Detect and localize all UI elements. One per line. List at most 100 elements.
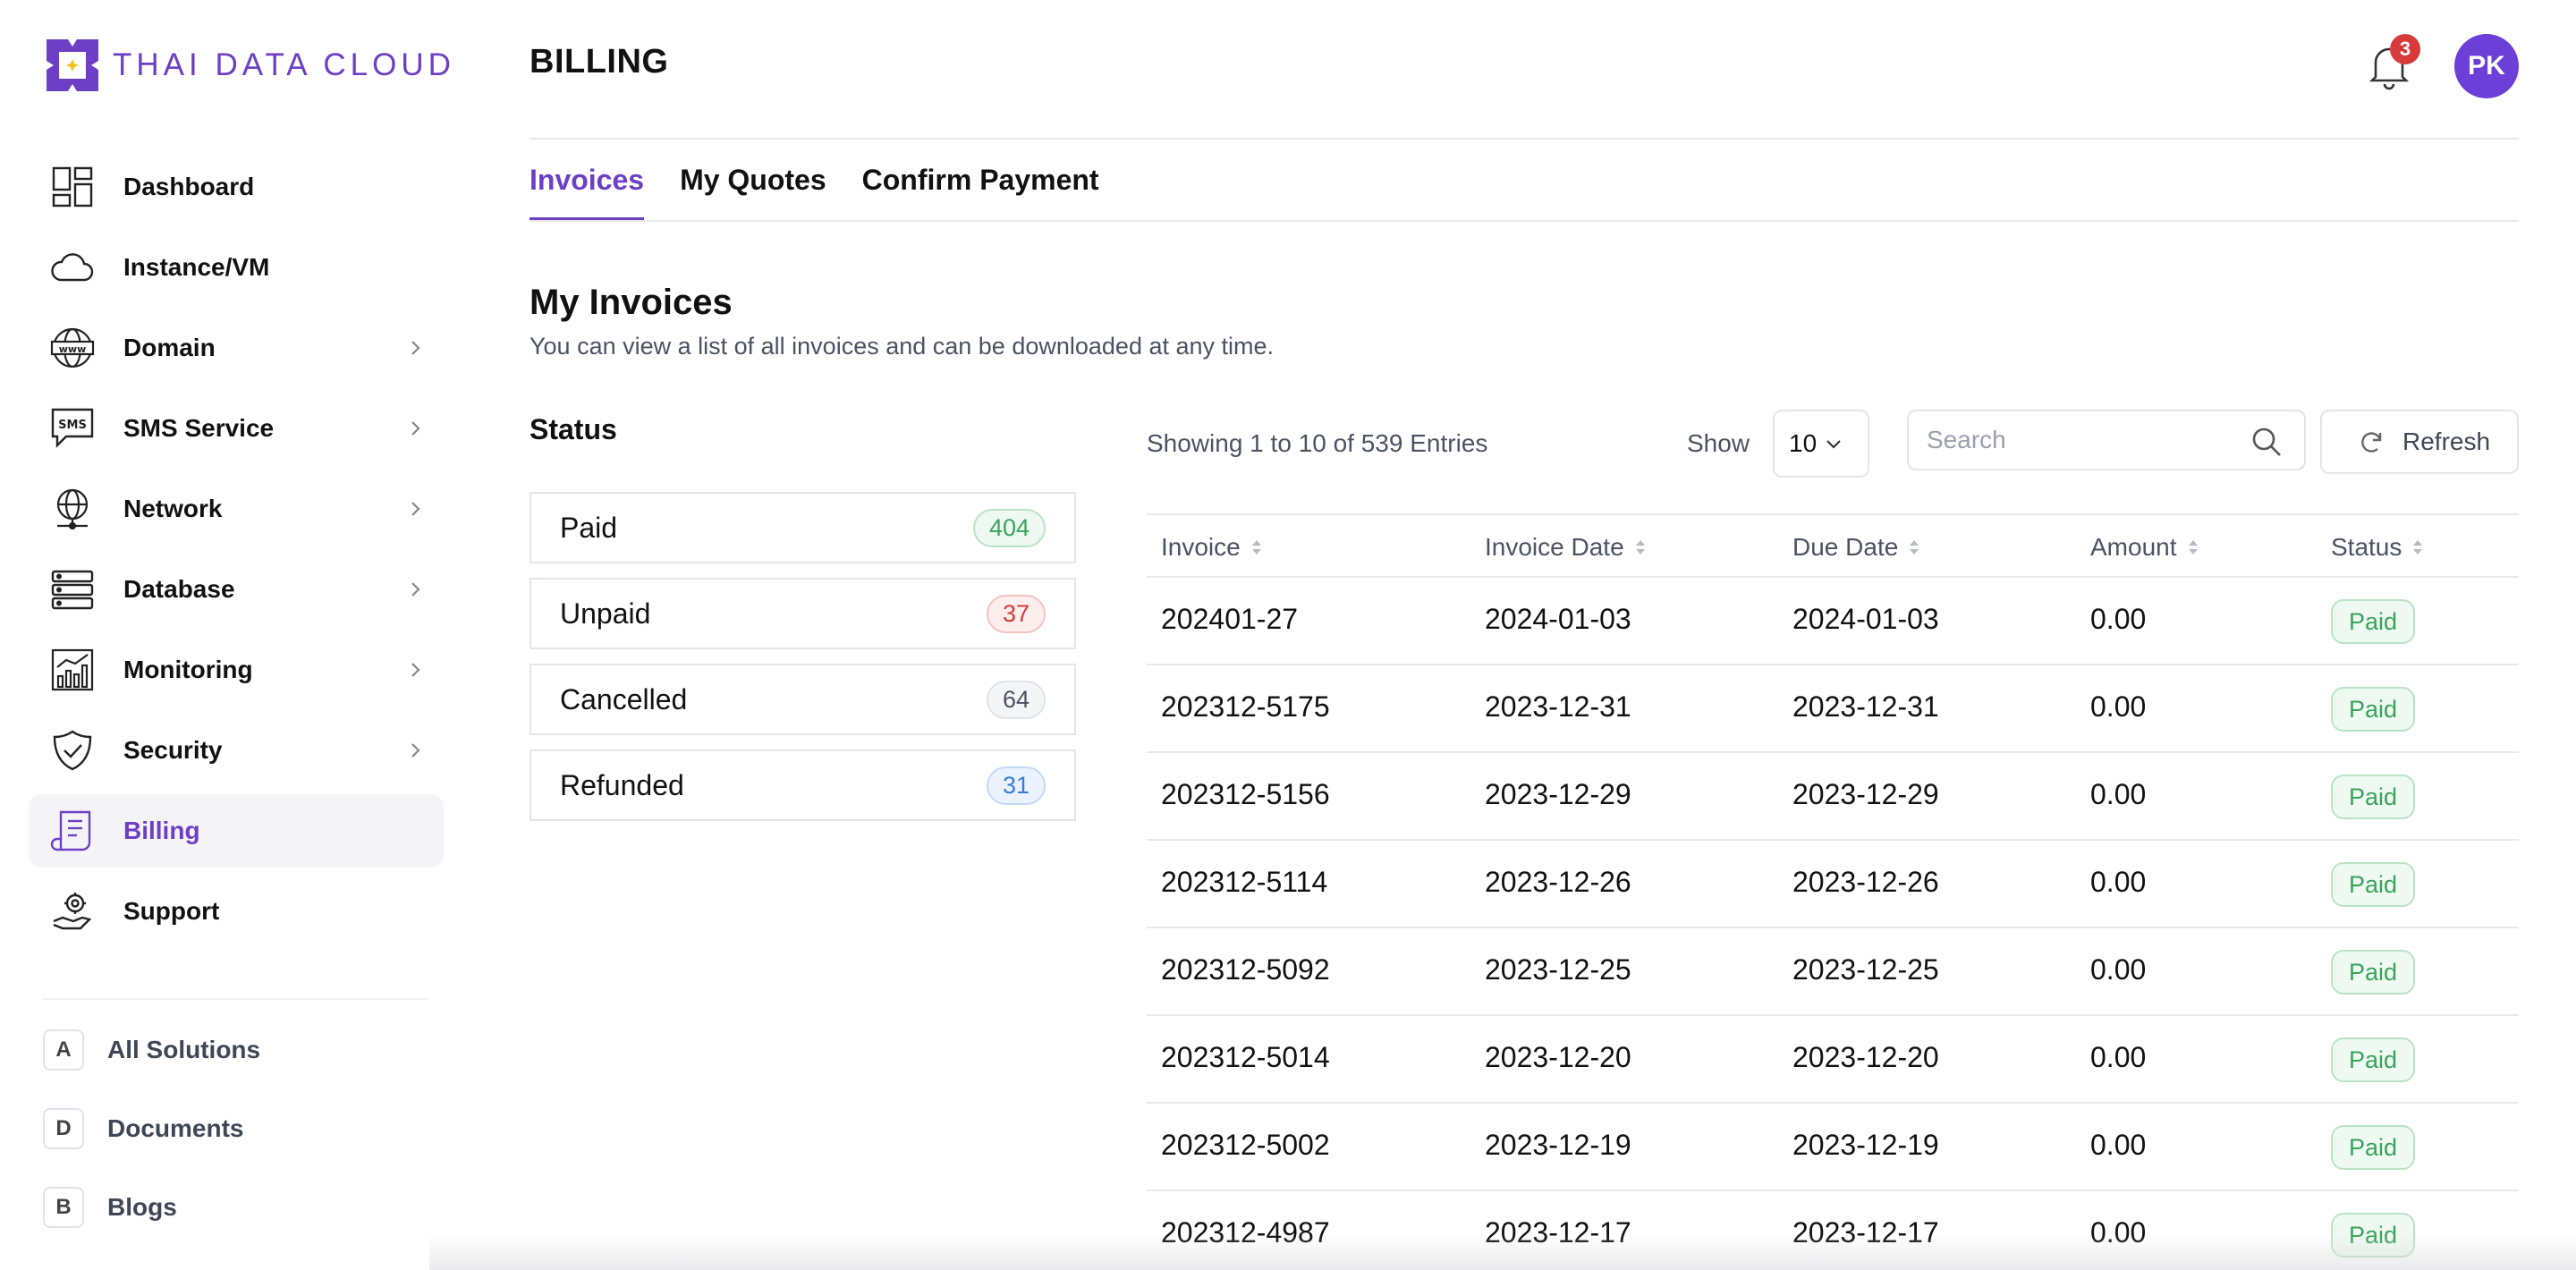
- search-input[interactable]: [1927, 422, 2231, 458]
- sidebar-item-monitoring[interactable]: Monitoring: [29, 633, 444, 707]
- status-badge: Paid: [2331, 1213, 2416, 1257]
- table-row[interactable]: 202312-5092 2023-12-25 2023-12-25 0.00 P…: [1147, 928, 2519, 1016]
- tab-confirm-payment[interactable]: Confirm Payment: [862, 161, 1099, 222]
- due-date: 2023-12-26: [1792, 866, 1939, 898]
- sidebar-item-label: Monitoring: [123, 656, 253, 683]
- solution-label: Documents: [107, 1114, 244, 1142]
- sidebar-item-label: Security: [123, 736, 223, 764]
- entries-summary: Showing 1 to 10 of 539 Entries: [1147, 429, 1488, 457]
- chevron-right-icon: [404, 579, 426, 600]
- invoice-number[interactable]: 202312-5156: [1161, 778, 1330, 811]
- tabs-divider: [530, 220, 2519, 222]
- sidebar-item-support[interactable]: Support: [29, 875, 444, 948]
- page-size-label: Show: [1687, 429, 1750, 457]
- solution-badge: D: [43, 1108, 84, 1149]
- column-header-label: Amount: [2090, 533, 2177, 561]
- table-row[interactable]: 202312-5114 2023-12-26 2023-12-26 0.00 P…: [1147, 841, 2519, 928]
- network-globe-icon: [48, 485, 97, 533]
- amount: 0.00: [2090, 1041, 2147, 1073]
- solution-link-all-solutions[interactable]: A All Solutions: [43, 1029, 436, 1071]
- column-header-due-date[interactable]: Due Date: [1792, 533, 1919, 562]
- sidebar-item-billing[interactable]: Billing: [29, 794, 444, 868]
- status-badge: Paid: [2331, 599, 2416, 644]
- status-filter-label: Refunded: [560, 768, 684, 801]
- invoice-date: 2023-12-26: [1485, 866, 1631, 898]
- brand-logo[interactable]: THAI DATA CLOUD: [43, 36, 455, 95]
- sidebar-item-instance-vm[interactable]: Instance/VM: [29, 231, 444, 304]
- status-badge: Paid: [2331, 862, 2416, 907]
- table-row[interactable]: 202312-4987 2023-12-17 2023-12-17 0.00 P…: [1147, 1191, 2519, 1270]
- invoice-number[interactable]: 202312-5092: [1161, 953, 1330, 986]
- status-filter-cancelled[interactable]: Cancelled 64: [530, 664, 1076, 735]
- sidebar-item-database[interactable]: Database: [29, 553, 444, 626]
- refresh-button[interactable]: Refresh: [2320, 410, 2519, 474]
- invoice-number[interactable]: 202312-5114: [1161, 866, 1327, 899]
- status-count-badge: 64: [986, 680, 1046, 719]
- status-badge: Paid: [2331, 1037, 2416, 1082]
- section-description: You can view a list of all invoices and …: [530, 333, 1275, 360]
- chevron-right-icon: [404, 337, 426, 359]
- invoice-number[interactable]: 202401-27: [1161, 603, 1298, 636]
- table-row[interactable]: 202312-5156 2023-12-29 2023-12-29 0.00 P…: [1147, 753, 2519, 841]
- amount: 0.00: [2090, 1216, 2147, 1249]
- solution-label: All Solutions: [107, 1036, 261, 1063]
- tab-my-quotes[interactable]: My Quotes: [680, 161, 826, 222]
- column-header-status[interactable]: Status: [2331, 533, 2423, 562]
- sidebar-item-label: Support: [123, 897, 220, 925]
- column-header-label: Due Date: [1792, 533, 1899, 561]
- solution-link-blogs[interactable]: B Blogs: [43, 1186, 436, 1229]
- sort-icon: [1251, 540, 1261, 555]
- status-count-badge: 37: [986, 594, 1046, 633]
- user-avatar[interactable]: PK: [2454, 34, 2519, 98]
- sort-icon: [2413, 540, 2423, 555]
- column-header-invoice[interactable]: Invoice: [1161, 533, 1262, 562]
- column-header-invoice-date[interactable]: Invoice Date: [1485, 533, 1646, 562]
- section-title: My Invoices: [530, 283, 733, 322]
- brand-logo-icon: [43, 36, 102, 95]
- sort-icon: [1635, 540, 1645, 555]
- status-filter-paid[interactable]: Paid 404: [530, 492, 1076, 563]
- column-header-amount[interactable]: Amount: [2090, 533, 2199, 562]
- status-badge: Paid: [2331, 687, 2416, 732]
- invoice-date: 2023-12-29: [1485, 778, 1631, 810]
- due-date: 2024-01-03: [1792, 603, 1939, 635]
- globe-www-icon: www: [48, 324, 97, 372]
- tab-invoices[interactable]: Invoices: [530, 161, 645, 222]
- invoice-number[interactable]: 202312-5014: [1161, 1041, 1330, 1074]
- status-badge: Paid: [2331, 775, 2416, 819]
- invoice-date: 2023-12-25: [1485, 953, 1631, 986]
- invoice-date: 2023-12-19: [1485, 1129, 1631, 1161]
- amount: 0.00: [2090, 603, 2147, 635]
- invoices-table: Invoice Invoice Date Due Date Amount Sta…: [1147, 513, 2519, 1270]
- search-box: [1907, 410, 2306, 470]
- status-filter-unpaid[interactable]: Unpaid 37: [530, 578, 1076, 649]
- table-row[interactable]: 202312-5002 2023-12-19 2023-12-19 0.00 P…: [1147, 1104, 2519, 1191]
- sidebar-item-network[interactable]: Network: [29, 472, 444, 546]
- table-row[interactable]: 202312-5014 2023-12-20 2023-12-20 0.00 P…: [1147, 1016, 2519, 1104]
- status-filter-label: Cancelled: [560, 682, 688, 715]
- sidebar-item-label: Domain: [123, 334, 216, 361]
- sidebar-item-sms-service[interactable]: SMS SMS Service: [29, 392, 444, 465]
- invoice-number[interactable]: 202312-5175: [1161, 690, 1330, 724]
- table-row[interactable]: 202401-27 2024-01-03 2024-01-03 0.00 Pai…: [1147, 578, 2519, 665]
- table-row[interactable]: 202312-5175 2023-12-31 2023-12-31 0.00 P…: [1147, 665, 2519, 753]
- page-size-select[interactable]: 10: [1773, 410, 1869, 478]
- invoice-number[interactable]: 202312-4987: [1161, 1216, 1330, 1249]
- search-icon[interactable]: [2250, 426, 2283, 458]
- sort-icon: [1910, 540, 1919, 555]
- invoice-number[interactable]: 202312-5002: [1161, 1129, 1330, 1162]
- sidebar-nav: Dashboard Instance/VM www Domain SMS SMS…: [29, 150, 444, 955]
- column-header-label: Invoice: [1161, 533, 1241, 561]
- security-shield-icon: [48, 726, 97, 775]
- sidebar-item-dashboard[interactable]: Dashboard: [29, 150, 444, 224]
- solution-link-documents[interactable]: D Documents: [43, 1107, 436, 1150]
- sidebar-item-label: Database: [123, 575, 235, 603]
- sidebar-item-label: Instance/VM: [123, 253, 270, 281]
- column-header-label: Invoice Date: [1485, 533, 1624, 561]
- sidebar: THAI DATA CLOUD Dashboard Instance/VM ww…: [0, 0, 465, 1270]
- sidebar-item-domain[interactable]: www Domain: [29, 311, 444, 385]
- sidebar-item-security[interactable]: Security: [29, 714, 444, 787]
- dashboard-icon: [48, 163, 97, 211]
- brand-name: THAI DATA CLOUD: [113, 47, 455, 82]
- status-filter-refunded[interactable]: Refunded 31: [530, 749, 1076, 821]
